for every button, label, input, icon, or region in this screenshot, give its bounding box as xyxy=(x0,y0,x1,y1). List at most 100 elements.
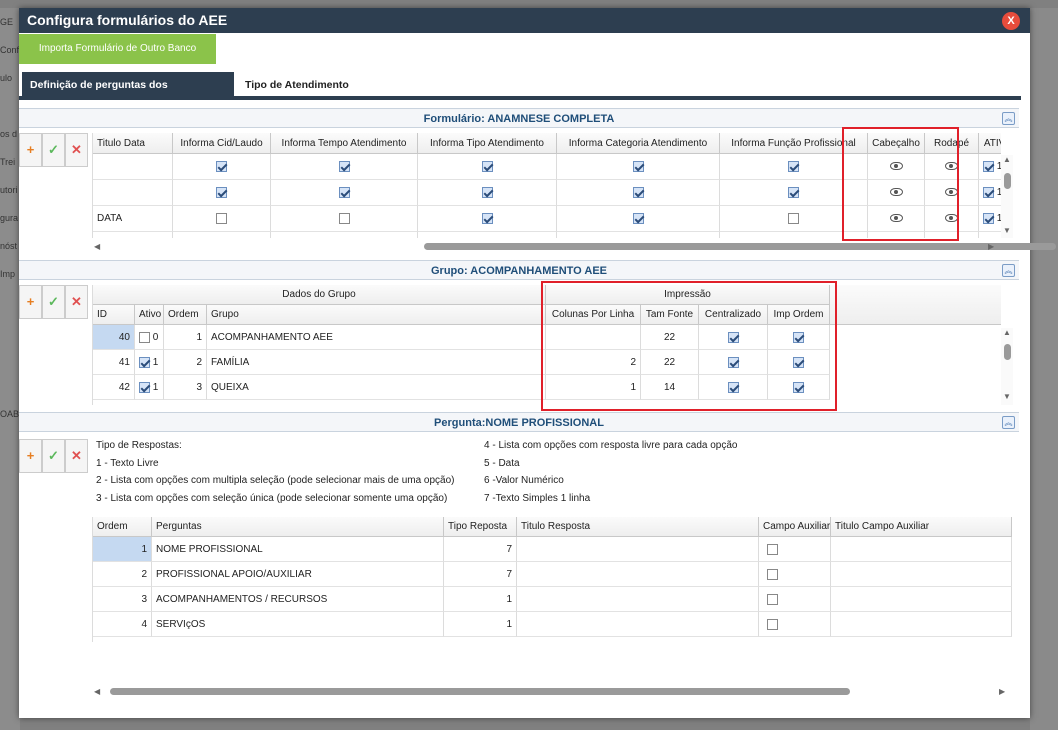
column-header[interactable]: Tipo Reposta xyxy=(444,517,517,537)
table-cell: 3 xyxy=(164,375,207,400)
checkbox[interactable] xyxy=(632,160,644,172)
ativo-checkbox[interactable] xyxy=(983,212,994,224)
column-header[interactable]: Informa Categoria Atendimento xyxy=(557,133,720,154)
formulario-hscroll[interactable]: ◀ ▶ xyxy=(92,240,1056,252)
campo-auxiliar-checkbox[interactable] xyxy=(767,593,778,605)
column-header[interactable]: Titulo Campo Auxiliar xyxy=(831,517,1012,537)
campo-auxiliar-checkbox[interactable] xyxy=(767,618,778,630)
grupo-vscroll[interactable]: ▲ ▼ xyxy=(1001,328,1013,405)
checkbox[interactable] xyxy=(481,160,493,172)
collapse-icon[interactable]: ︽ xyxy=(1002,416,1015,429)
checkbox[interactable] xyxy=(632,186,644,198)
scroll-up-icon[interactable]: ▲ xyxy=(1003,155,1011,164)
titulo-data-cell xyxy=(93,180,173,206)
column-header[interactable]: ID xyxy=(93,305,135,325)
pergunta-add-button[interactable]: + xyxy=(19,439,42,473)
checkbox[interactable] xyxy=(481,186,493,198)
background-menu-item: GE xyxy=(0,17,14,27)
tab-definicao-perguntas[interactable]: Definição de perguntas dos formulários xyxy=(22,72,234,117)
grupo-title: Grupo: ACOMPANHAMENTO AEE xyxy=(431,265,607,277)
column-header[interactable]: Informa Cid/Laudo xyxy=(173,133,271,154)
table-cell: 1 xyxy=(93,537,152,562)
campo-auxiliar-checkbox[interactable] xyxy=(767,568,778,580)
scroll-down-icon[interactable]: ▼ xyxy=(1003,226,1011,235)
table-cell xyxy=(517,537,759,562)
background-menu-item xyxy=(0,428,20,456)
table-cell: NOME PROFISSIONAL xyxy=(152,537,444,562)
ativo-checkbox[interactable] xyxy=(983,186,994,198)
legend-line: 5 - Data xyxy=(484,457,520,469)
checkbox[interactable] xyxy=(788,186,799,198)
background-menu-item: utori xyxy=(0,185,18,195)
grupo-save-button[interactable]: ✓ xyxy=(42,285,65,319)
table-cell: 0 xyxy=(135,325,164,350)
column-header[interactable]: Campo Auxiliar xyxy=(759,517,831,537)
table-cell xyxy=(759,562,831,587)
table-cell: 1 xyxy=(135,375,164,400)
formulario-vscroll[interactable]: ▲ ▼ xyxy=(1001,155,1013,238)
column-header[interactable]: Titulo Resposta xyxy=(517,517,759,537)
table-cell xyxy=(173,232,271,238)
checkbox[interactable] xyxy=(788,212,799,224)
formulario-cancel-button[interactable]: ✕ xyxy=(65,133,88,167)
table-cell xyxy=(418,206,557,232)
background-menu-item xyxy=(0,288,20,316)
column-header[interactable]: Informa Tempo Atendimento xyxy=(271,133,418,154)
modal-title: Configura formulários do AEE xyxy=(27,12,228,28)
scroll-left-icon[interactable]: ◀ xyxy=(94,242,100,251)
table-cell xyxy=(173,154,271,180)
formulario-add-button[interactable]: + xyxy=(19,133,42,167)
scroll-right-icon[interactable]: ▶ xyxy=(999,687,1005,696)
ativo-checkbox[interactable] xyxy=(983,160,994,172)
checkbox[interactable] xyxy=(216,160,227,172)
legend-line: 6 -Valor Numérico xyxy=(484,475,564,486)
table-cell xyxy=(831,537,1012,562)
scroll-down-icon[interactable]: ▼ xyxy=(1003,392,1011,401)
collapse-icon[interactable]: ︽ xyxy=(1002,264,1015,277)
scroll-up-icon[interactable]: ▲ xyxy=(1003,328,1011,337)
column-header[interactable]: Informa Tipo Atendimento xyxy=(418,133,557,154)
formulario-title: Formulário: ANAMNESE COMPLETA xyxy=(423,113,615,125)
checkbox[interactable] xyxy=(216,186,227,198)
checkbox[interactable] xyxy=(632,212,644,224)
checkbox[interactable] xyxy=(338,160,350,172)
close-button[interactable]: X xyxy=(1002,12,1020,30)
column-header[interactable]: Perguntas xyxy=(152,517,444,537)
background-menu-item: nóst xyxy=(0,241,18,251)
scroll-left-icon[interactable]: ◀ xyxy=(94,687,100,696)
scroll-right-icon[interactable]: ▶ xyxy=(988,242,994,251)
ativo-checkbox[interactable] xyxy=(139,381,150,393)
grupo-add-button[interactable]: + xyxy=(19,285,42,319)
table-cell xyxy=(979,232,1001,238)
campo-auxiliar-checkbox[interactable] xyxy=(767,543,778,555)
collapse-icon[interactable]: ︽ xyxy=(1002,112,1015,125)
ativo-checkbox[interactable] xyxy=(139,331,150,343)
legend-line: 2 - Lista com opções com multipla seleçã… xyxy=(96,475,455,486)
column-header[interactable]: Titulo Data xyxy=(93,133,173,154)
pergunta-hscroll[interactable]: ◀ ▶ xyxy=(92,685,1012,697)
grupo-cancel-button[interactable]: ✕ xyxy=(65,285,88,319)
column-header[interactable]: Ordem xyxy=(93,517,152,537)
pergunta-cancel-button[interactable]: ✕ xyxy=(65,439,88,473)
tab-tipo-atendimento[interactable]: Tipo de Atendimento xyxy=(237,72,357,98)
ativo-checkbox[interactable] xyxy=(139,356,150,368)
ativo-value: 1 xyxy=(994,161,1001,172)
table-cell: 1 xyxy=(444,587,517,612)
column-header[interactable]: ATIVO xyxy=(979,133,1001,154)
checkbox[interactable] xyxy=(788,160,799,172)
import-form-button[interactable]: Importa Formulário de Outro Banco xyxy=(19,34,216,64)
ativo-value: 1 xyxy=(994,187,1001,198)
background-right xyxy=(1030,8,1058,730)
formulario-save-button[interactable]: ✓ xyxy=(42,133,65,167)
column-header[interactable]: Ordem xyxy=(164,305,207,325)
column-header[interactable]: Ativo xyxy=(135,305,164,325)
table-cell xyxy=(271,154,418,180)
checkbox[interactable] xyxy=(338,212,350,224)
checkbox[interactable] xyxy=(338,186,350,198)
column-header[interactable]: Grupo xyxy=(207,305,546,325)
table-cell xyxy=(557,180,720,206)
checkbox[interactable] xyxy=(216,212,227,224)
pergunta-save-button[interactable]: ✓ xyxy=(42,439,65,473)
table-cell xyxy=(831,587,1012,612)
checkbox[interactable] xyxy=(481,212,493,224)
